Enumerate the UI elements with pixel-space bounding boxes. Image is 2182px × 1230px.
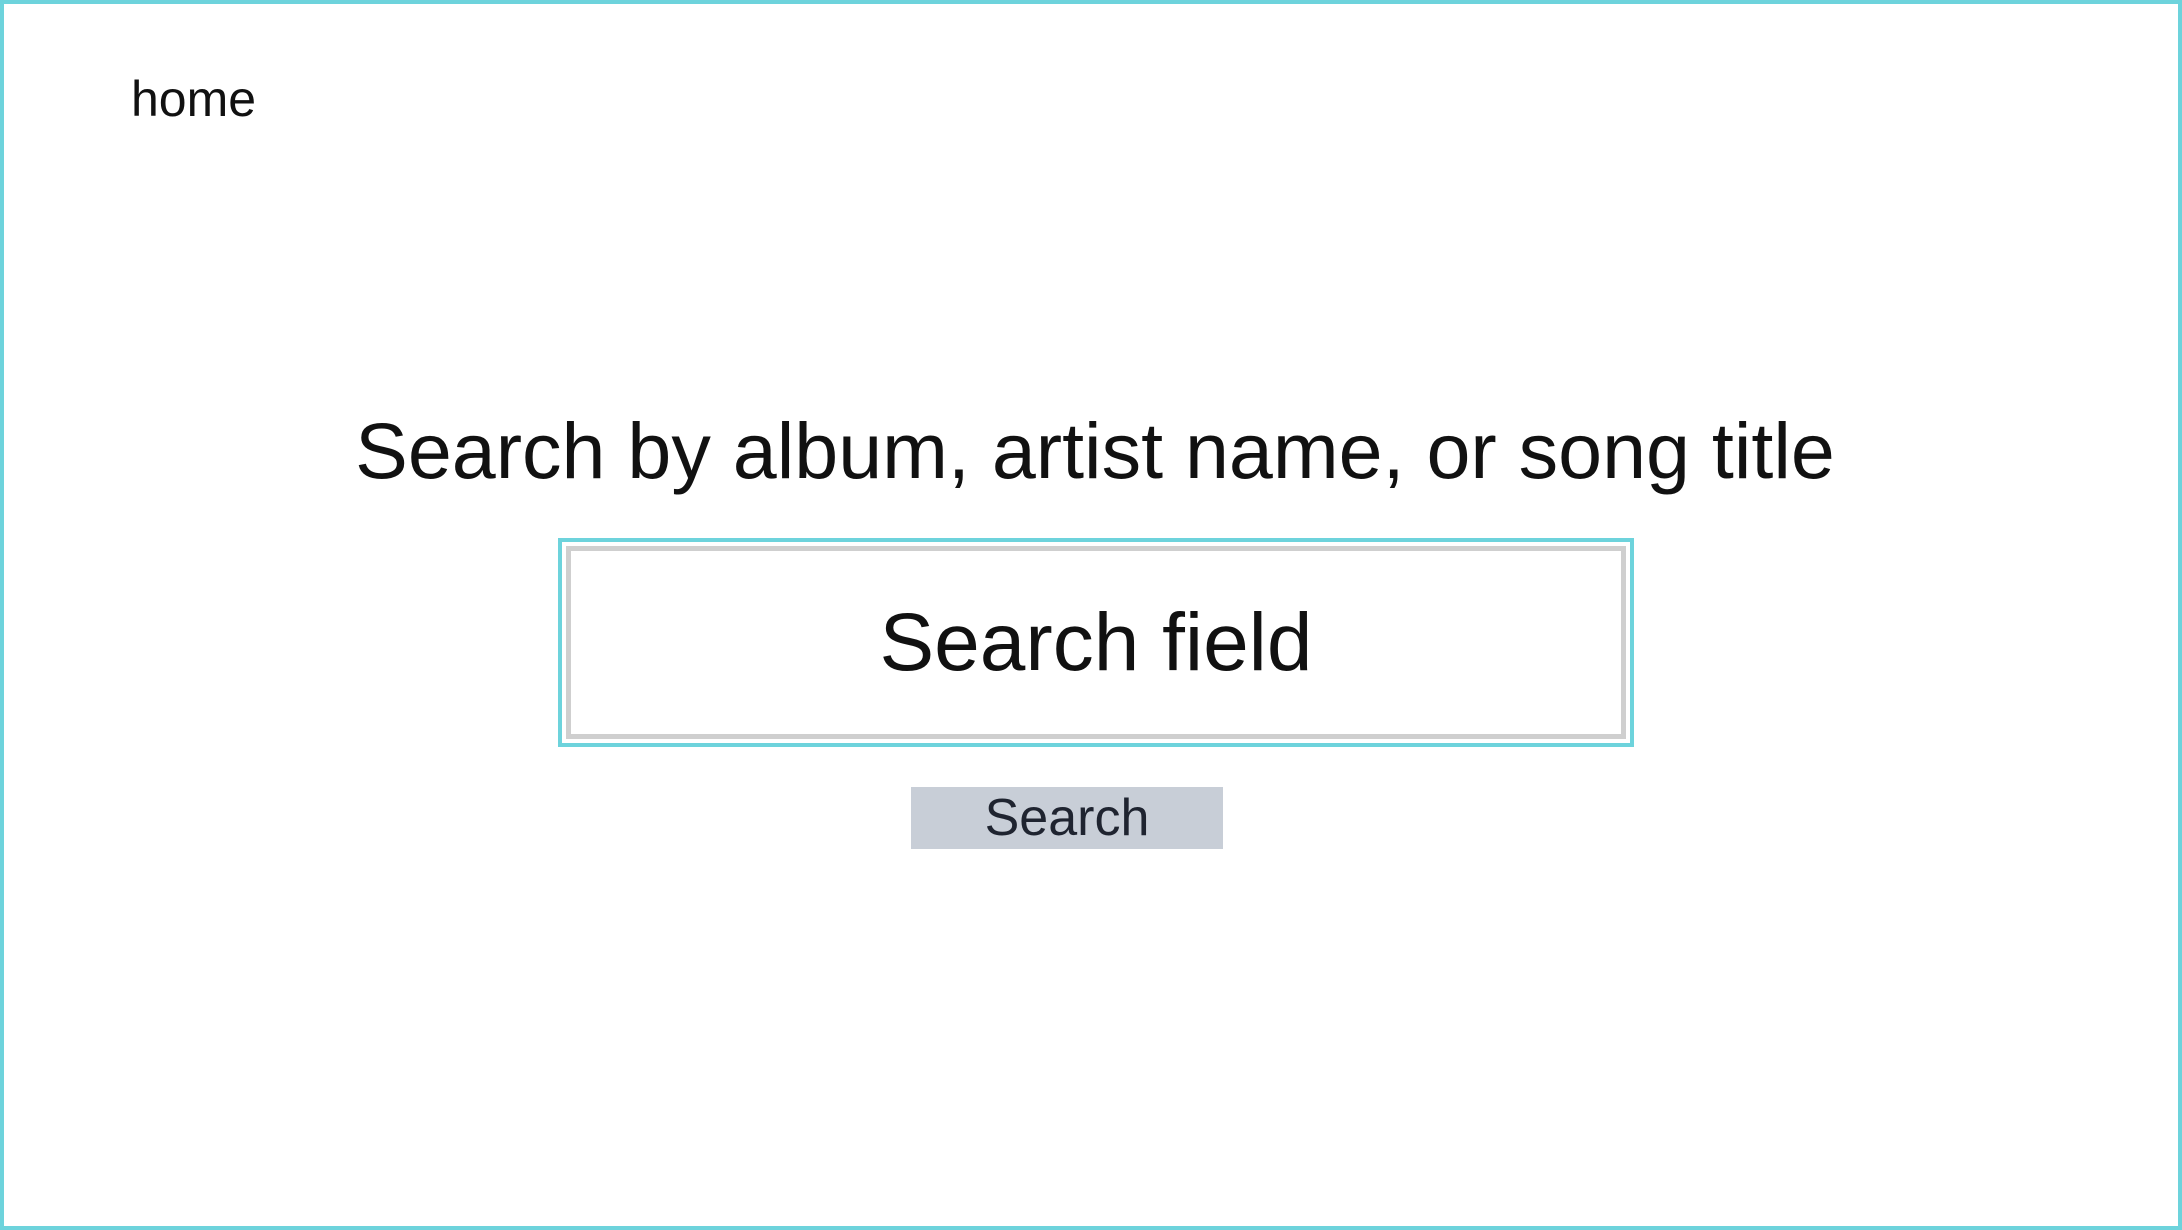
search-field-placeholder: Search field — [566, 546, 1626, 739]
app-window: home Search by album, artist name, or so… — [0, 0, 2182, 1230]
home-link[interactable]: home — [131, 66, 256, 132]
search-button[interactable]: Search — [911, 787, 1223, 849]
search-prompt-heading: Search by album, artist name, or song ti… — [355, 406, 1835, 495]
search-input[interactable]: Search field — [558, 538, 1634, 747]
